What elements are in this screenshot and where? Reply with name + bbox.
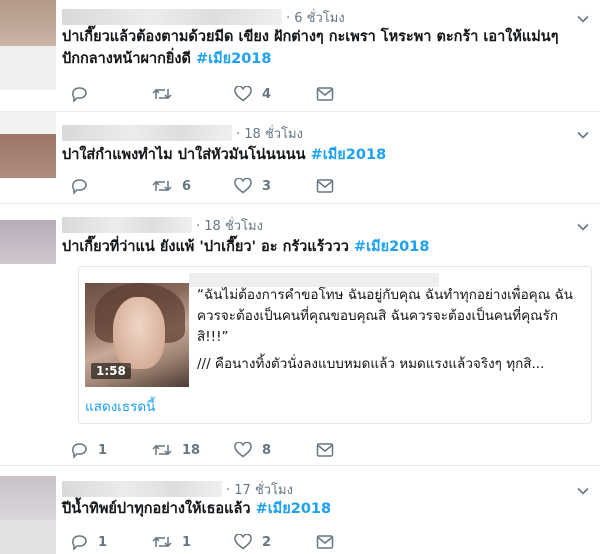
direct-message-icon bbox=[316, 535, 334, 549]
avatar-blur bbox=[0, 46, 56, 90]
hashtag-link[interactable]: #เมีย2018 bbox=[196, 51, 272, 67]
tweet-actions: 4 bbox=[70, 84, 398, 104]
tweet-actions: 1 18 8 bbox=[70, 440, 398, 460]
like-icon bbox=[234, 442, 252, 458]
retweet-count: 6 bbox=[182, 178, 192, 194]
tweet-text: ปาเกี๊ยวแล้วต้องตามด้วยมีด เขียง ฝักต่าง… bbox=[62, 26, 580, 70]
avatar[interactable] bbox=[0, 220, 56, 264]
tweet-header: · 18 ชั่วโมง bbox=[62, 122, 303, 144]
quoted-text-line: “ฉันไม่ต้องการคำขอโทษ ฉันอยู่กับคุณ ฉันท… bbox=[197, 287, 573, 345]
hashtag-link[interactable]: #เมีย2018 bbox=[354, 239, 430, 255]
tweet-text: ปาเกี๊ยวที่ว่าแน่ ยังแพ้ 'ปาเกี๊ยว' อะ ก… bbox=[62, 236, 580, 258]
like-button[interactable]: 4 bbox=[234, 86, 316, 102]
author-name[interactable] bbox=[62, 217, 192, 233]
quoted-tweet-card[interactable]: 1:58 “ฉันไม่ต้องการคำขอโทษ ฉันอยู่กับคุณ… bbox=[78, 266, 592, 424]
video-thumbnail[interactable]: 1:58 bbox=[85, 283, 189, 387]
tweet-body: ปาเกี๊ยวแล้วต้องตามด้วยมีด เขียง ฝักต่าง… bbox=[62, 29, 559, 67]
like-button[interactable]: 3 bbox=[234, 178, 316, 194]
show-thread-link[interactable]: แสดงเธรดนี้ bbox=[85, 395, 155, 417]
retweet-button[interactable] bbox=[152, 86, 234, 102]
direct-message-icon bbox=[316, 87, 334, 101]
avatar-blur bbox=[0, 112, 56, 134]
reply-count: 1 bbox=[98, 534, 108, 550]
tweet-body: ปีน้ำทิพย์ปาทุกอย่างให้เธอแล้ว bbox=[62, 501, 251, 517]
retweet-button[interactable]: 1 bbox=[152, 534, 234, 550]
avatar[interactable] bbox=[0, 134, 56, 178]
retweet-count: 1 bbox=[182, 534, 192, 550]
reply-icon bbox=[72, 179, 87, 195]
tweet-text: ปีน้ำทิพย์ปาทุกอย่างให้เธอแล้ว #เมีย2018 bbox=[62, 498, 580, 520]
reply-count: 1 bbox=[98, 442, 108, 458]
direct-message-button[interactable] bbox=[316, 442, 398, 458]
retweet-count: 18 bbox=[182, 442, 201, 458]
tweet-actions: 6 3 bbox=[70, 176, 398, 196]
tweet-4[interactable]: · 17 ชั่วโมง ปีน้ำทิพย์ปาทุกอย่างให้เธอแ… bbox=[0, 466, 600, 554]
tweet-actions: 1 1 2 bbox=[70, 532, 398, 552]
like-button[interactable]: 2 bbox=[234, 534, 316, 550]
tweet-time[interactable]: · 18 ชั่วโมง bbox=[196, 215, 263, 236]
retweet-icon bbox=[152, 88, 172, 100]
tweet-time[interactable]: · 17 ชั่วโมง bbox=[226, 479, 293, 500]
like-icon bbox=[234, 178, 252, 194]
tweet-2[interactable]: · 18 ชั่วโมง ปาใส่กำแพงทำไม ปาใส่หัวมันโ… bbox=[0, 112, 600, 204]
hashtag-link[interactable]: #เมีย2018 bbox=[311, 147, 387, 163]
author-name[interactable] bbox=[62, 481, 222, 497]
direct-message-icon bbox=[316, 443, 334, 457]
avatar[interactable] bbox=[0, 0, 56, 46]
like-count: 2 bbox=[262, 534, 272, 550]
like-count: 8 bbox=[262, 442, 272, 458]
reply-icon bbox=[72, 443, 87, 459]
like-icon bbox=[234, 86, 252, 102]
direct-message-button[interactable] bbox=[316, 178, 398, 194]
video-duration: 1:58 bbox=[91, 363, 131, 379]
like-count: 3 bbox=[262, 178, 272, 194]
retweet-icon bbox=[152, 444, 172, 456]
retweet-icon bbox=[152, 180, 172, 192]
tweet-body: ปาเกี๊ยวที่ว่าแน่ ยังแพ้ 'ปาเกี๊ยว' อะ ก… bbox=[62, 239, 349, 255]
quoted-text: “ฉันไม่ต้องการคำขอโทษ ฉันอยู่กับคุณ ฉันท… bbox=[197, 285, 581, 375]
author-name[interactable] bbox=[62, 125, 232, 141]
chevron-down-icon[interactable] bbox=[576, 128, 590, 142]
video-frame-face bbox=[113, 297, 165, 369]
author-name[interactable] bbox=[62, 9, 282, 25]
reply-button[interactable] bbox=[70, 177, 152, 195]
quoted-text-line: /// คือนางทิ้งตัวนั่งลงแบบหมดแล้ว หมดแรง… bbox=[197, 356, 545, 372]
like-button[interactable]: 8 bbox=[234, 442, 316, 458]
reply-button[interactable]: 1 bbox=[70, 533, 152, 551]
like-count: 4 bbox=[262, 86, 272, 102]
avatar[interactable] bbox=[0, 476, 56, 520]
reply-button[interactable] bbox=[70, 85, 152, 103]
reply-icon bbox=[72, 87, 87, 103]
tweet-time[interactable]: · 6 ชั่วโมง bbox=[286, 7, 345, 28]
chevron-down-icon[interactable] bbox=[576, 220, 590, 234]
tweet-body: ปาใส่กำแพงทำไม ปาใส่หัวมันโน่นนนน bbox=[62, 147, 306, 163]
direct-message-button[interactable] bbox=[316, 534, 398, 550]
tweet-header: · 18 ชั่วโมง bbox=[62, 214, 263, 236]
tweet-time[interactable]: · 18 ชั่วโมง bbox=[236, 123, 303, 144]
hashtag-link[interactable]: #เมีย2018 bbox=[256, 501, 332, 517]
like-icon bbox=[234, 534, 252, 550]
retweet-button[interactable]: 18 bbox=[152, 442, 234, 458]
reply-button[interactable]: 1 bbox=[70, 441, 152, 459]
retweet-button[interactable]: 6 bbox=[152, 178, 234, 194]
direct-message-icon bbox=[316, 179, 334, 193]
tweet-header: · 6 ชั่วโมง bbox=[62, 6, 345, 28]
chevron-down-icon[interactable] bbox=[576, 12, 590, 26]
tweet-header: · 17 ชั่วโมง bbox=[62, 478, 293, 500]
avatar-blur bbox=[0, 520, 56, 554]
retweet-icon bbox=[152, 536, 172, 548]
direct-message-button[interactable] bbox=[316, 86, 398, 102]
reply-icon bbox=[72, 535, 87, 551]
tweet-1[interactable]: · 6 ชั่วโมง ปาเกี๊ยวแล้วต้องตามด้วยมีด เ… bbox=[0, 0, 600, 112]
tweet-text: ปาใส่กำแพงทำไม ปาใส่หัวมันโน่นนนน #เมีย2… bbox=[62, 144, 580, 166]
chevron-down-icon[interactable] bbox=[576, 484, 590, 498]
